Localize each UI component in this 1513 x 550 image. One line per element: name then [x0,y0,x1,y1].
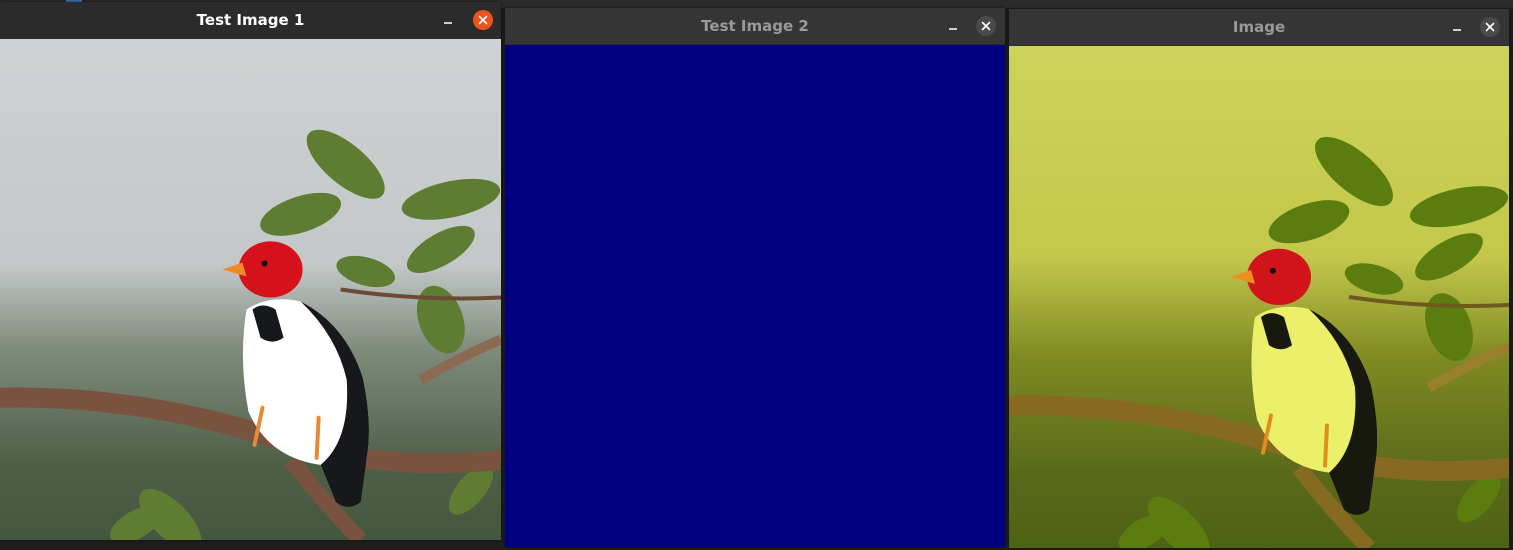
minimize-button[interactable] [438,10,458,30]
bird-photo-yellow-tint [1009,46,1509,548]
window-title: Test Image 1 [196,11,305,29]
image-canvas [0,39,501,540]
window-titlebar[interactable]: Image [1009,9,1509,45]
window-titlebar[interactable]: Test Image 2 [505,8,1005,44]
image-canvas [1009,46,1509,548]
close-icon [981,21,991,31]
window-image[interactable]: Image [1009,9,1509,548]
window-title: Test Image 2 [701,17,809,35]
image-canvas-solid-blue [505,45,1005,547]
close-button[interactable] [473,10,493,30]
minimize-button[interactable] [943,16,963,36]
close-icon [478,15,488,25]
window-titlebar[interactable]: Test Image 1 [0,2,501,38]
bird-photo [0,39,501,540]
close-button[interactable] [976,16,996,36]
minimize-icon [1453,29,1461,31]
close-icon [1485,22,1495,32]
minimize-icon [444,22,452,24]
window-test-image-1[interactable]: Test Image 1 [0,2,501,540]
minimize-button[interactable] [1447,17,1467,37]
close-button[interactable] [1480,17,1500,37]
window-title: Image [1232,18,1286,36]
minimize-icon [949,28,957,30]
window-test-image-2[interactable]: Test Image 2 [505,8,1005,547]
